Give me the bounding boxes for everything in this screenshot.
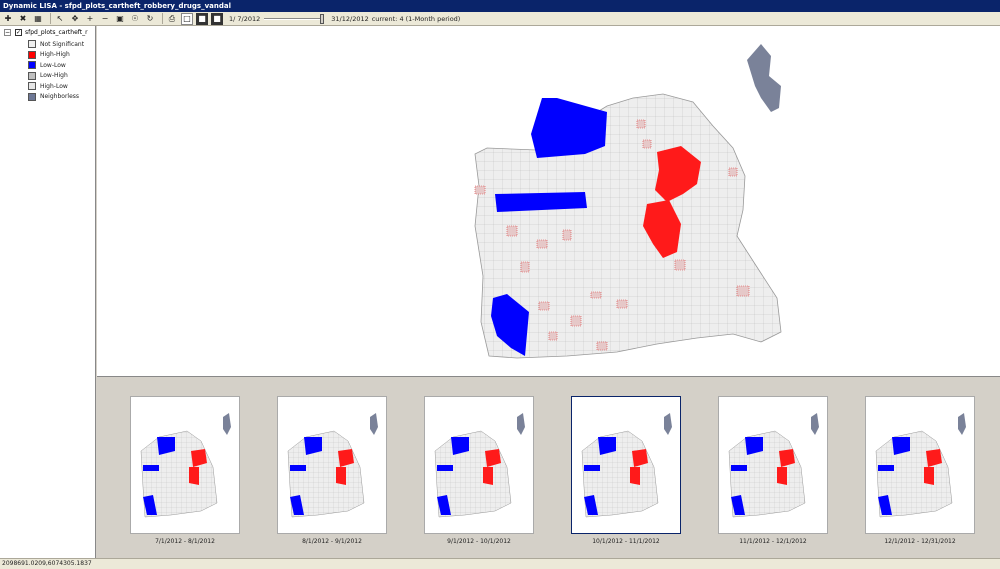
legend-item: High-Low	[28, 81, 84, 92]
layer-name: sfpd_plots_cartheft_r	[25, 29, 88, 36]
add-layer-icon[interactable]: ✚	[2, 13, 14, 25]
identify-icon[interactable]: ☉	[129, 13, 141, 25]
legend-item: Not Significant	[28, 39, 84, 50]
map-low-low-north	[531, 98, 607, 158]
window-title: Dynamic LISA - sfpd_plots_cartheft_robbe…	[0, 0, 1000, 12]
time-slider[interactable]	[264, 13, 325, 24]
legend-label: High-Low	[40, 82, 68, 90]
full-extent-icon[interactable]: ▣	[114, 13, 126, 25]
time-period-label: 9/1/2012 - 10/1/2012	[447, 538, 511, 545]
start-date: 1/ 7/2012	[229, 14, 261, 23]
layer-row[interactable]: − ✓ sfpd_plots_cartheft_r	[4, 29, 88, 36]
map-neighborless-island	[747, 44, 781, 112]
slider-track	[264, 17, 325, 20]
time-period-thumbnail[interactable]	[130, 396, 240, 534]
legend-label: Low-Low	[40, 61, 66, 69]
page-icon[interactable]: □	[181, 12, 193, 25]
legend-swatch	[28, 61, 36, 70]
legend-swatch	[28, 40, 36, 49]
time-period-label: 8/1/2012 - 9/1/2012	[302, 538, 362, 545]
legend-item: High-High	[28, 50, 84, 61]
legend-label: Low-High	[40, 72, 68, 80]
map-view[interactable]	[97, 26, 1000, 377]
time-period-label: 12/1/2012 - 12/31/2012	[884, 538, 956, 545]
time-period-label: 7/1/2012 - 8/1/2012	[155, 538, 215, 545]
legend-panel: − ✓ sfpd_plots_cartheft_r Not Significan…	[0, 26, 96, 558]
time-period-label: 11/1/2012 - 12/1/2012	[739, 538, 807, 545]
select-icon[interactable]: ↖	[54, 13, 66, 25]
time-period-thumbnail[interactable]	[277, 396, 387, 534]
time-period-thumbnail[interactable]	[718, 396, 828, 534]
legend-swatch	[28, 71, 36, 80]
time-period-label: 10/1/2012 - 11/1/2012	[592, 538, 660, 545]
current-period: current: 4 (1-Month period)	[371, 14, 461, 23]
refresh-icon[interactable]: ↻	[144, 13, 156, 25]
legend-swatch	[28, 50, 36, 59]
layer-checkbox[interactable]: ✓	[15, 29, 22, 36]
filled-box-icon[interactable]: ■	[211, 12, 223, 25]
remove-layer-icon[interactable]: ✖	[17, 13, 29, 25]
zoom-out-icon[interactable]: −	[99, 13, 111, 25]
legend-item: Low-High	[28, 71, 84, 82]
legend-label: Not Significant	[40, 40, 85, 48]
end-date: 31/12/2012	[331, 14, 369, 23]
time-period-thumbnail[interactable]	[424, 396, 534, 534]
zoom-in-icon[interactable]: +	[84, 13, 96, 25]
table-icon[interactable]: ▦	[32, 13, 44, 25]
legend-label: High-High	[40, 51, 70, 59]
time-period-thumbnail[interactable]	[865, 396, 975, 534]
legend-list: Not Significant High-High Low-Low Low-High H…	[28, 39, 84, 102]
legend-swatch	[28, 82, 36, 91]
legend-item: Neighborless	[28, 92, 84, 103]
sf-map[interactable]	[97, 26, 1000, 377]
legend-swatch	[28, 92, 36, 101]
collapse-icon[interactable]: −	[4, 29, 11, 36]
toolbar-separator	[50, 13, 51, 24]
print-icon[interactable]: ⎙	[166, 13, 178, 25]
toolbar-separator	[162, 13, 163, 24]
dark-box-icon[interactable]: ■	[196, 12, 208, 25]
status-coordinates: 2098691.0209,6074305.1837	[0, 558, 1000, 569]
legend-item: Low-Low	[28, 60, 84, 71]
toolbar: ✚ ✖ ▦ ↖ ✥ + − ▣ ☉ ↻ ⎙ □ ■ ■ 1/ 7/2012 31…	[0, 12, 1000, 26]
time-period-strip: 7/1/2012 - 8/1/2012 8/1/2012 - 9/1/2012 …	[97, 378, 1000, 558]
legend-label: Neighborless	[40, 93, 80, 101]
time-period-thumbnail[interactable]	[571, 396, 681, 534]
slider-thumb[interactable]	[320, 13, 325, 24]
pan-icon[interactable]: ✥	[69, 13, 81, 25]
